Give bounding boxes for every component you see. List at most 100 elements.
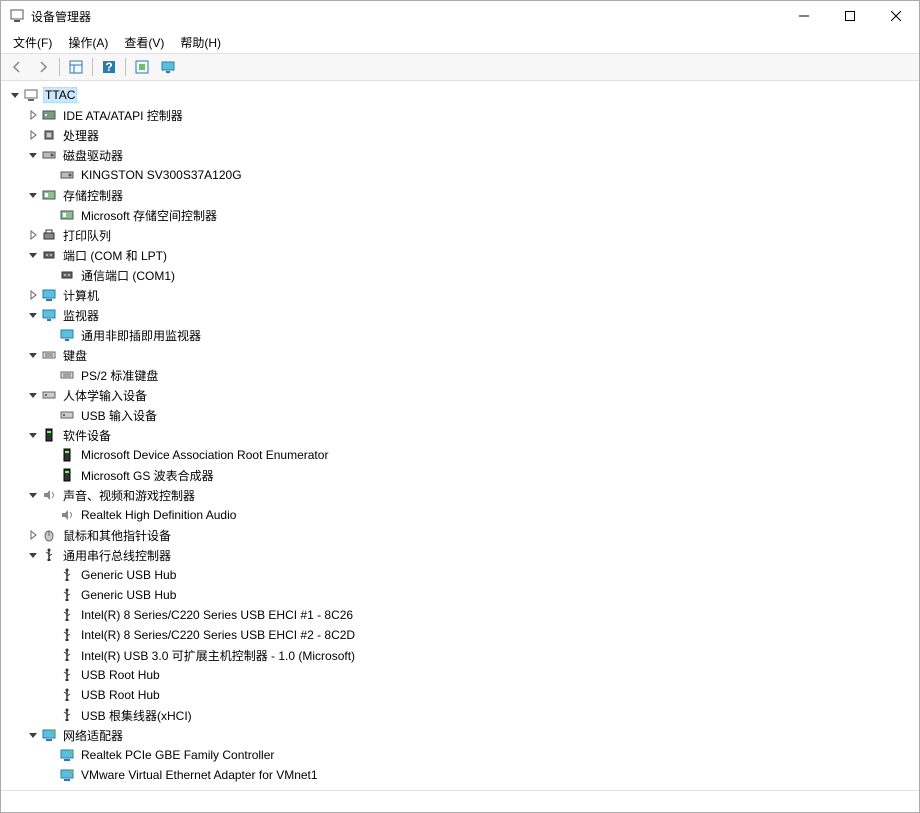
tree-node-label: Generic USB Hub: [79, 587, 178, 603]
scan-hardware-button[interactable]: [130, 56, 154, 78]
tree-category[interactable]: 软件设备: [1, 425, 919, 445]
tree-node-label: 监视器: [61, 306, 101, 325]
close-button[interactable]: [873, 1, 919, 31]
device-tree[interactable]: TTACIDE ATA/ATAPI 控制器处理器磁盘驱动器 KINGSTON SV…: [1, 81, 919, 790]
toolbar-separator: [59, 58, 60, 76]
tree-category[interactable]: 通用串行总线控制器: [1, 545, 919, 565]
collapse-arrow-icon[interactable]: [25, 427, 41, 443]
tree-node-label: 端口 (COM 和 LPT): [61, 246, 169, 265]
tree-category[interactable]: 打印队列: [1, 225, 919, 245]
menu-file[interactable]: 文件(F): [5, 32, 60, 53]
collapse-arrow-icon[interactable]: [25, 547, 41, 563]
tree-device[interactable]: Intel(R) USB 3.0 可扩展主机控制器 - 1.0 (Microso…: [1, 645, 919, 665]
tree-device[interactable]: Realtek High Definition Audio: [1, 505, 919, 525]
collapse-arrow-icon[interactable]: [25, 187, 41, 203]
tree-device[interactable]: PS/2 标准键盘: [1, 365, 919, 385]
tree-device[interactable]: KINGSTON SV300S37A120G: [1, 165, 919, 185]
tree-category[interactable]: 声音、视频和游戏控制器: [1, 485, 919, 505]
monitor-icon: [59, 327, 75, 343]
collapse-arrow-icon[interactable]: [25, 307, 41, 323]
tree-node-label: 存储控制器: [61, 186, 125, 205]
expand-arrow-icon[interactable]: [25, 527, 41, 543]
collapse-arrow-icon[interactable]: [25, 147, 41, 163]
tree-root[interactable]: TTAC: [1, 85, 919, 105]
tree-node-label: 处理器: [61, 126, 101, 145]
tree-node-label: USB 根集线器(xHCI): [79, 706, 194, 725]
hid-icon: [59, 407, 75, 423]
usb-icon: [59, 687, 75, 703]
menu-action[interactable]: 操作(A): [60, 32, 116, 53]
collapse-arrow-icon[interactable]: [25, 487, 41, 503]
tree-device[interactable]: USB Root Hub: [1, 685, 919, 705]
usb-icon: [59, 627, 75, 643]
window-controls: [781, 1, 919, 31]
tree-node-label: Microsoft Device Association Root Enumer…: [79, 447, 330, 463]
tree-node-label: KINGSTON SV300S37A120G: [79, 167, 244, 183]
cpu-icon: [41, 127, 57, 143]
expand-arrow-icon[interactable]: [25, 287, 41, 303]
toolbar-separator: [125, 58, 126, 76]
software-icon: [59, 467, 75, 483]
tree-node-label: 计算机: [61, 286, 101, 305]
tree-category[interactable]: 存储控制器: [1, 185, 919, 205]
tree-category[interactable]: 键盘: [1, 345, 919, 365]
monitor-button[interactable]: [156, 56, 180, 78]
collapse-arrow-icon[interactable]: [25, 387, 41, 403]
tree-category[interactable]: 端口 (COM 和 LPT): [1, 245, 919, 265]
help-button[interactable]: ?: [97, 56, 121, 78]
audio-icon: [41, 487, 57, 503]
menu-view[interactable]: 查看(V): [116, 32, 172, 53]
tree-device[interactable]: Microsoft Device Association Root Enumer…: [1, 445, 919, 465]
tree-node-label: 通信端口 (COM1): [79, 266, 177, 285]
tree-device[interactable]: Microsoft 存储空间控制器: [1, 205, 919, 225]
tree-device[interactable]: Intel(R) 8 Series/C220 Series USB EHCI #…: [1, 605, 919, 625]
collapse-arrow-icon[interactable]: [25, 247, 41, 263]
back-button[interactable]: [5, 56, 29, 78]
forward-button[interactable]: [31, 56, 55, 78]
maximize-button[interactable]: [827, 1, 873, 31]
tree-device[interactable]: Generic USB Hub: [1, 585, 919, 605]
tree-device[interactable]: VMware Virtual Ethernet Adapter for VMne…: [1, 765, 919, 785]
menu-help[interactable]: 帮助(H): [172, 32, 229, 53]
pc-icon: [41, 287, 57, 303]
ide-icon: [41, 107, 57, 123]
tree-node-label: Realtek PCIe GBE Family Controller: [79, 747, 276, 763]
tree-node-label: IDE ATA/ATAPI 控制器: [61, 106, 185, 125]
expand-arrow-icon[interactable]: [25, 127, 41, 143]
tree-category[interactable]: 计算机: [1, 285, 919, 305]
tree-node-label: Intel(R) USB 3.0 可扩展主机控制器 - 1.0 (Microso…: [79, 646, 357, 665]
tree-device[interactable]: Generic USB Hub: [1, 565, 919, 585]
show-hide-tree-button[interactable]: [64, 56, 88, 78]
tree-device[interactable]: 通用非即插即用监视器: [1, 325, 919, 345]
collapse-arrow-icon[interactable]: [7, 87, 23, 103]
tree-node-label: VMware Virtual Ethernet Adapter for VMne…: [79, 767, 320, 783]
tree-device[interactable]: USB Root Hub: [1, 665, 919, 685]
tree-node-label: 声音、视频和游戏控制器: [61, 486, 197, 505]
tree-node-label: 鼠标和其他指针设备: [61, 526, 173, 545]
tree-node-label: USB 输入设备: [79, 406, 159, 425]
app-icon: [9, 8, 25, 24]
tree-category[interactable]: 人体学输入设备: [1, 385, 919, 405]
tree-node-label: PS/2 标准键盘: [79, 366, 160, 385]
tree-device[interactable]: Intel(R) 8 Series/C220 Series USB EHCI #…: [1, 625, 919, 645]
minimize-button[interactable]: [781, 1, 827, 31]
tree-category[interactable]: 网络适配器: [1, 725, 919, 745]
keyboard-icon: [41, 347, 57, 363]
collapse-arrow-icon[interactable]: [25, 347, 41, 363]
tree-device[interactable]: USB 根集线器(xHCI): [1, 705, 919, 725]
tree-device[interactable]: Realtek PCIe GBE Family Controller: [1, 745, 919, 765]
expand-arrow-icon[interactable]: [25, 107, 41, 123]
tree-device[interactable]: 通信端口 (COM1): [1, 265, 919, 285]
tree-device[interactable]: USB 输入设备: [1, 405, 919, 425]
tree-category[interactable]: 监视器: [1, 305, 919, 325]
collapse-arrow-icon[interactable]: [25, 727, 41, 743]
svg-text:?: ?: [105, 60, 112, 74]
tree-node-label: Microsoft 存储空间控制器: [79, 206, 219, 225]
expand-arrow-icon[interactable]: [25, 227, 41, 243]
tree-category[interactable]: 磁盘驱动器: [1, 145, 919, 165]
tree-node-label: 键盘: [61, 346, 89, 365]
tree-category[interactable]: IDE ATA/ATAPI 控制器: [1, 105, 919, 125]
tree-category[interactable]: 处理器: [1, 125, 919, 145]
tree-device[interactable]: Microsoft GS 波表合成器: [1, 465, 919, 485]
tree-category[interactable]: 鼠标和其他指针设备: [1, 525, 919, 545]
